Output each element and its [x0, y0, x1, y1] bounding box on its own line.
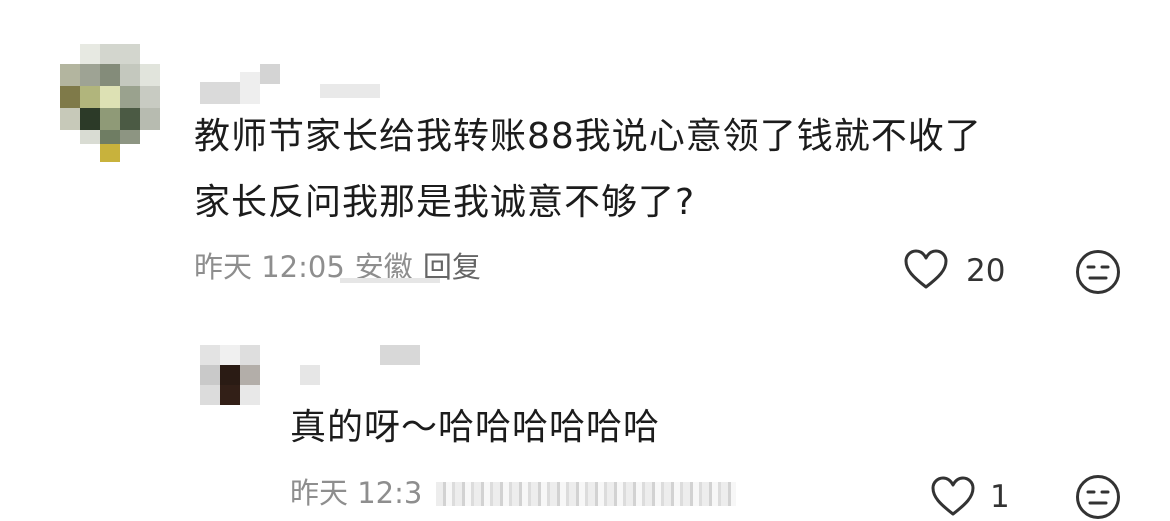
heart-outline-icon[interactable]	[903, 249, 949, 291]
heart-outline-icon[interactable]	[930, 476, 976, 518]
comment-text-line2: 家长反问我那是我诚意不够了?	[194, 182, 696, 223]
avatar[interactable]	[60, 44, 160, 162]
reply-meta: 昨天 12:3	[290, 477, 432, 509]
like-count: 20	[966, 253, 1006, 289]
blurred-meta	[436, 478, 736, 510]
comment-text-line1: 教师节家长给我转账88我说心意领了钱就不收了	[194, 116, 982, 157]
comment-thread: 教师节家长给我转账88我说心意领了钱就不收了 家长反问我那是我诚意不够了? 昨天…	[0, 0, 1170, 521]
comment-time: 昨天 12:05	[194, 250, 345, 284]
reply-text: 真的呀～哈哈哈哈哈哈	[290, 407, 661, 448]
username-blurred[interactable]	[200, 64, 385, 104]
avatar[interactable]	[200, 345, 320, 405]
expressionless-face-icon[interactable]	[1074, 248, 1122, 296]
username-blurred[interactable]	[380, 345, 420, 365]
meta-underline-decoration	[340, 278, 440, 283]
like-count: 1	[990, 479, 1010, 515]
reply-time: 昨天 12:3	[290, 476, 423, 510]
expressionless-face-icon[interactable]	[1074, 473, 1122, 521]
